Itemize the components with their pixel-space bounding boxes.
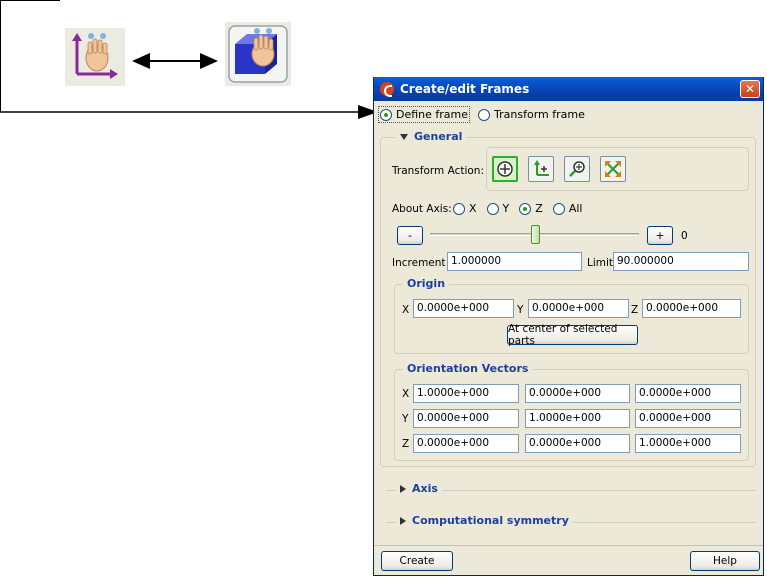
axis-x-option[interactable]: X bbox=[453, 202, 477, 215]
expand-right-icon bbox=[400, 517, 406, 525]
increment-field[interactable]: 1.000000 bbox=[447, 252, 582, 271]
footer-divider bbox=[374, 545, 763, 546]
symmetry-section-title: Computational symmetry bbox=[412, 514, 569, 527]
orientation-zz-field[interactable]: 1.0000e+000 bbox=[635, 434, 741, 453]
create-edit-frames-dialog: Create/edit Frames ✕ Define frame Transf… bbox=[373, 77, 764, 576]
rotate-icon bbox=[497, 161, 513, 177]
app-logo-icon bbox=[380, 82, 394, 97]
plus-button[interactable]: + bbox=[647, 226, 673, 245]
general-header[interactable]: General bbox=[396, 130, 467, 143]
orientation-yx-field[interactable]: 0.0000e+000 bbox=[413, 409, 519, 428]
frame-hand-icon bbox=[65, 28, 125, 86]
origin-y-label: Y bbox=[517, 304, 524, 316]
mode-selector: Define frame Transform frame bbox=[374, 101, 763, 123]
increment-label: Increment bbox=[392, 257, 446, 269]
define-frame-option[interactable]: Define frame bbox=[377, 106, 471, 123]
translate-tool-button[interactable] bbox=[528, 156, 554, 182]
callout-line-top bbox=[0, 0, 60, 1]
axis-section-title: Axis bbox=[412, 482, 438, 495]
orientation-xy-field[interactable]: 0.0000e+000 bbox=[525, 384, 630, 403]
axis-all-option[interactable]: All bbox=[552, 202, 583, 215]
origin-x-label: X bbox=[402, 304, 410, 316]
axis-z-radio[interactable] bbox=[519, 202, 532, 215]
orientation-yz-field[interactable]: 0.0000e+000 bbox=[635, 409, 741, 428]
orientation-yy-field[interactable]: 1.0000e+000 bbox=[525, 409, 630, 428]
transform-frame-option[interactable]: Transform frame bbox=[478, 108, 585, 121]
transform-frame-label: Transform frame bbox=[494, 108, 585, 121]
origin-z-label: Z bbox=[631, 304, 639, 316]
origin-x-field[interactable]: 0.0000e+000 bbox=[413, 299, 514, 318]
transform-action-label: Transform Action: bbox=[392, 165, 484, 177]
transform-hand-icon bbox=[225, 22, 291, 86]
orientation-xx-field[interactable]: 1.0000e+000 bbox=[413, 384, 519, 403]
slider-thumb[interactable] bbox=[530, 225, 540, 244]
limit-label: Limit bbox=[587, 257, 614, 269]
create-button[interactable]: Create bbox=[381, 551, 453, 571]
transform-frame-radio[interactable] bbox=[478, 108, 491, 121]
symmetry-section-header[interactable]: Computational symmetry bbox=[396, 514, 573, 527]
define-frame-label: Define frame bbox=[396, 108, 469, 121]
axis-all-radio[interactable] bbox=[552, 202, 565, 215]
dialog-titlebar[interactable]: Create/edit Frames ✕ bbox=[374, 77, 763, 101]
zoom-icon bbox=[569, 161, 585, 177]
axis-radio-group: X Y Z All bbox=[453, 202, 592, 215]
axis-x-label: X bbox=[469, 202, 477, 215]
double-arrow-icon bbox=[132, 53, 218, 69]
dialog-title: Create/edit Frames bbox=[400, 82, 530, 96]
axis-z-label: Z bbox=[535, 202, 543, 215]
limit-field[interactable]: 90.000000 bbox=[613, 252, 749, 271]
about-axis-label: About Axis: bbox=[392, 203, 452, 215]
axis-y-radio[interactable] bbox=[486, 202, 499, 215]
orientation-row-x-label: X bbox=[402, 388, 410, 400]
axis-all-label: All bbox=[568, 202, 583, 215]
zoom-tool-button[interactable] bbox=[564, 156, 590, 182]
orientation-zx-field[interactable]: 0.0000e+000 bbox=[413, 434, 519, 453]
axis-section-header[interactable]: Axis bbox=[396, 482, 442, 495]
translate-icon bbox=[534, 160, 549, 176]
pointer-arrow-icon bbox=[0, 105, 378, 119]
expand-right-icon bbox=[400, 485, 406, 493]
axis-y-label: Y bbox=[502, 202, 510, 215]
orientation-row-y-label: Y bbox=[402, 413, 409, 425]
scale-tool-button[interactable] bbox=[600, 156, 626, 182]
callout-line-vertical bbox=[0, 0, 1, 112]
minus-button[interactable]: - bbox=[397, 226, 423, 245]
orientation-title: Orientation Vectors bbox=[403, 362, 533, 375]
orientation-zy-field[interactable]: 0.0000e+000 bbox=[525, 434, 630, 453]
origin-y-field[interactable]: 0.0000e+000 bbox=[528, 299, 629, 318]
define-frame-radio[interactable] bbox=[380, 108, 392, 121]
axis-z-option[interactable]: Z bbox=[519, 202, 543, 215]
axis-x-radio[interactable] bbox=[453, 202, 465, 215]
close-button[interactable]: ✕ bbox=[740, 80, 760, 98]
slider-value: 0 bbox=[681, 230, 688, 242]
expand-down-icon bbox=[400, 134, 408, 140]
rotate-tool-button[interactable] bbox=[492, 156, 518, 182]
orientation-row-z-label: Z bbox=[402, 438, 410, 450]
axis-y-option[interactable]: Y bbox=[486, 202, 510, 215]
origin-z-field[interactable]: 0.0000e+000 bbox=[642, 299, 741, 318]
general-title: General bbox=[414, 130, 463, 143]
origin-title: Origin bbox=[403, 277, 450, 290]
help-button[interactable]: Help bbox=[690, 551, 760, 571]
scale-icon bbox=[605, 161, 621, 177]
orientation-xz-field[interactable]: 0.0000e+000 bbox=[635, 384, 741, 403]
center-selected-parts-button[interactable]: At center of selected parts bbox=[507, 323, 638, 347]
